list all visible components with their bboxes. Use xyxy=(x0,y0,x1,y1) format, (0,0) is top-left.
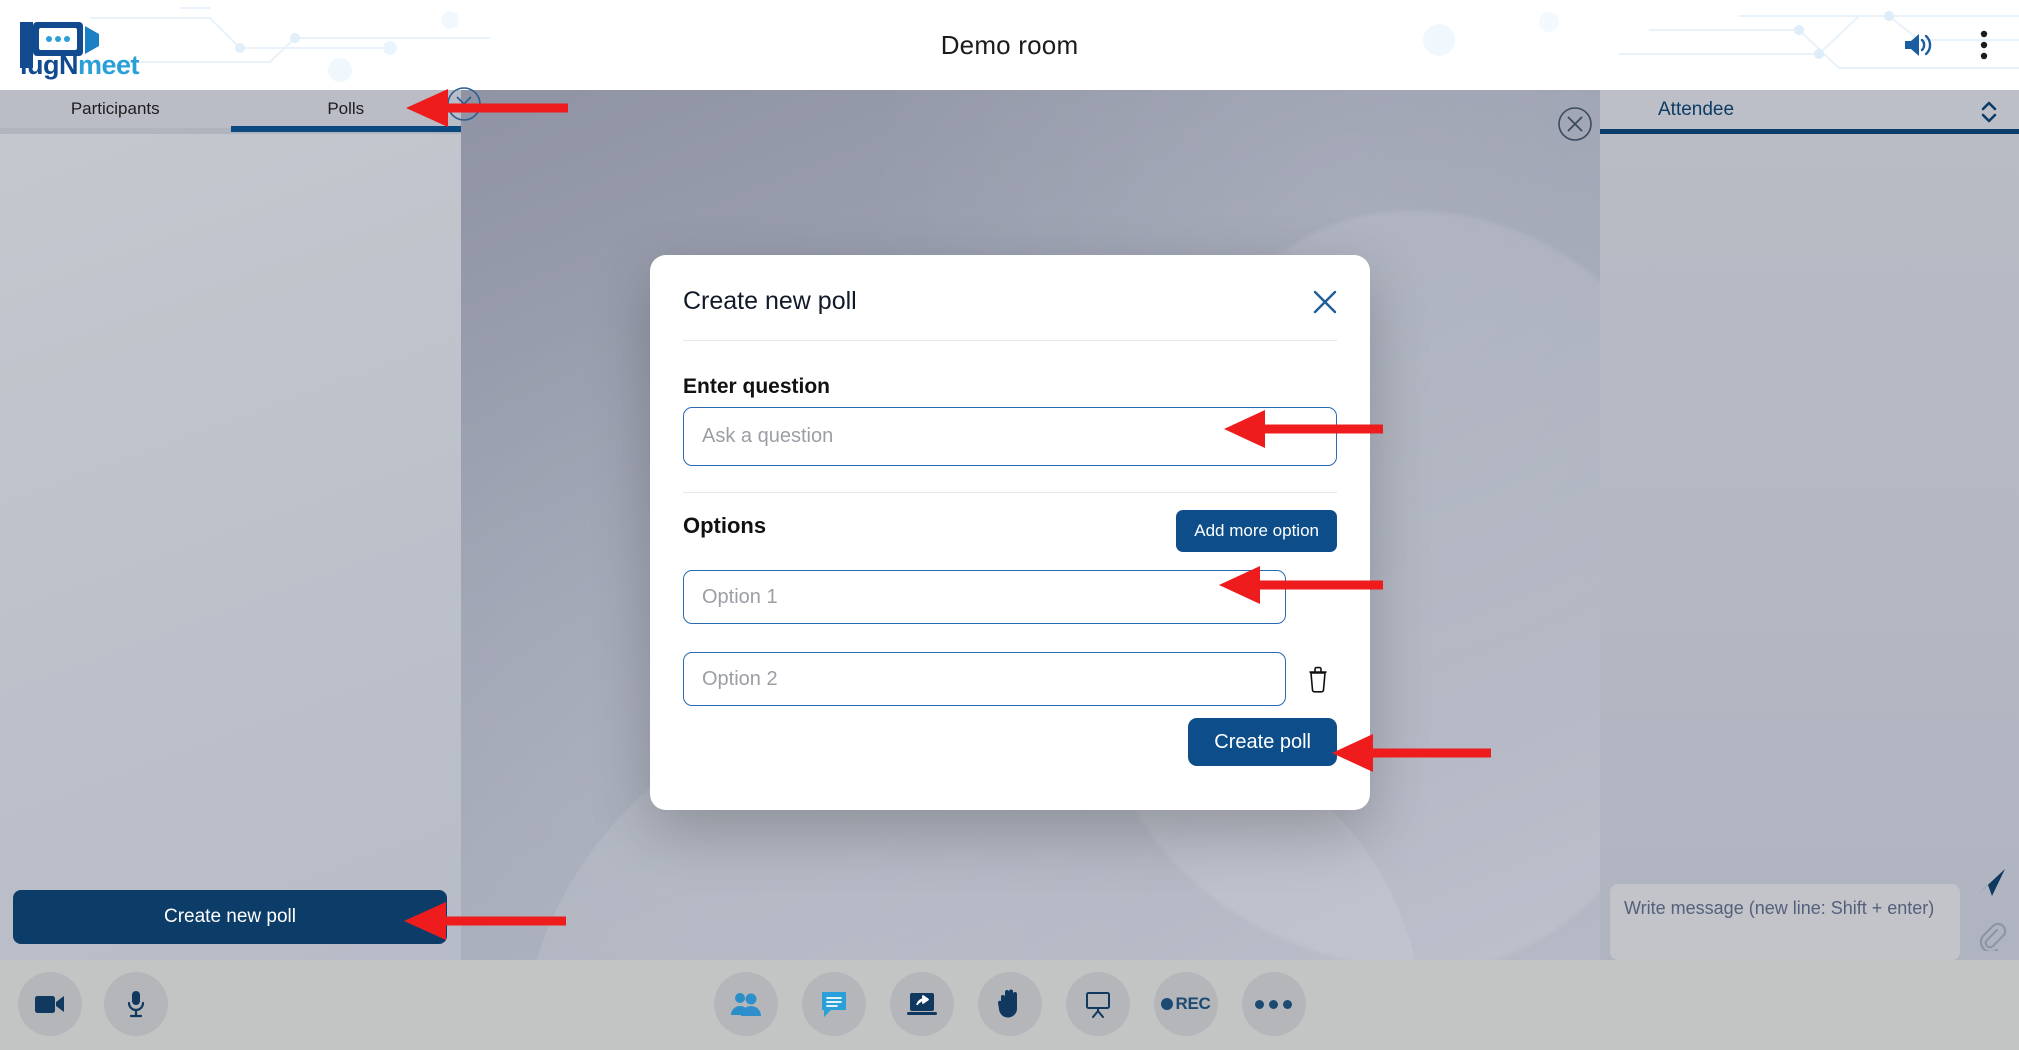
trash-icon-glyph xyxy=(1309,666,1327,693)
microphone-icon[interactable] xyxy=(104,972,168,1036)
bottom-toolbar: REC xyxy=(0,960,2019,1050)
right-panel: Attendee xyxy=(1600,90,2019,970)
raise-hand-icon-glyph xyxy=(997,989,1017,1018)
record-button[interactable]: REC xyxy=(1153,972,1218,1036)
plugnmeet-app: lugNmeet Demo room Participants Polls Cr… xyxy=(0,0,2019,1050)
sort-updown-icon-glyph xyxy=(1981,101,1997,123)
option-2-input[interactable] xyxy=(683,652,1286,706)
kebab-menu-icon-glyph xyxy=(1980,30,1988,60)
close-x-icon[interactable] xyxy=(1306,283,1344,321)
option-row-1 xyxy=(683,570,1337,624)
sort-updown-icon[interactable] xyxy=(1975,98,2003,126)
chat-bubble-icon[interactable] xyxy=(801,972,866,1036)
volume-up-icon-glyph xyxy=(1905,34,1932,56)
toolbar-left-group xyxy=(18,972,168,1036)
screen-share-icon[interactable] xyxy=(889,972,954,1036)
whiteboard-icon-glyph xyxy=(1085,992,1110,1018)
ellipsis-icon-glyph xyxy=(1255,999,1292,1009)
app-header: lugNmeet Demo room xyxy=(0,0,2019,90)
plugnmeet-logo[interactable]: lugNmeet xyxy=(16,8,146,82)
options-label: Options xyxy=(683,513,767,538)
sidebar-panel-body xyxy=(0,134,461,960)
create-poll-submit-button[interactable]: Create poll xyxy=(1188,718,1337,766)
create-new-poll-button[interactable]: Create new poll xyxy=(13,890,447,944)
sidebar-tab-participants-label: Participants xyxy=(70,99,160,118)
logo-text-meet: meet xyxy=(78,50,140,80)
right-panel-title: Attendee xyxy=(1658,98,1735,120)
close-x-icon-glyph xyxy=(1313,290,1337,314)
right-panel-close-icon[interactable] xyxy=(1553,102,1597,146)
record-label: REC xyxy=(1175,994,1211,1013)
screen-share-icon-glyph xyxy=(906,993,937,1015)
sidebar-close-icon[interactable] xyxy=(442,82,486,126)
trash-icon[interactable] xyxy=(1299,660,1337,698)
room-title: Demo room xyxy=(940,29,1079,60)
modal-title: Create new poll xyxy=(683,287,857,315)
toolbar-center-group: REC xyxy=(713,972,1306,1036)
whiteboard-icon[interactable] xyxy=(1065,972,1130,1036)
microphone-icon-glyph xyxy=(127,991,145,1018)
sidebar-tab-participants[interactable]: Participants xyxy=(0,90,231,128)
left-sidebar: Participants Polls Create new poll xyxy=(0,90,461,960)
close-circle-icon-glyph-2 xyxy=(1558,107,1592,141)
question-input[interactable] xyxy=(683,407,1337,466)
question-label: Enter question xyxy=(683,375,831,398)
logo-text-lug: lug xyxy=(20,50,60,80)
chat-bubble-icon-glyph xyxy=(821,992,846,1017)
ellipsis-icon[interactable] xyxy=(1241,972,1306,1036)
paperclip-icon[interactable] xyxy=(1971,916,2011,956)
option-row-2 xyxy=(683,652,1337,706)
chat-message-input[interactable] xyxy=(1610,884,1960,960)
send-icon[interactable] xyxy=(1971,862,2011,902)
sidebar-tab-polls[interactable]: Polls xyxy=(230,90,462,132)
sidebar-tab-polls-label: Polls xyxy=(327,99,365,118)
right-panel-header: Attendee xyxy=(1600,90,2019,134)
logo-text-n: N xyxy=(59,50,79,80)
video-camera-icon[interactable] xyxy=(18,972,82,1036)
raise-hand-icon[interactable] xyxy=(977,972,1042,1036)
paperclip-icon-glyph xyxy=(1979,922,2006,951)
record-icon xyxy=(1160,998,1173,1010)
add-more-option-button[interactable]: Add more option xyxy=(1176,510,1337,552)
participants-icon[interactable] xyxy=(713,972,778,1036)
kebab-menu-icon[interactable] xyxy=(1963,24,2005,66)
chat-actions xyxy=(1971,862,2011,956)
close-circle-icon-glyph xyxy=(447,87,481,121)
volume-up-icon[interactable] xyxy=(1897,24,1939,66)
participants-icon-glyph xyxy=(730,993,761,1016)
send-icon-glyph xyxy=(1977,869,2005,896)
modal-divider-top xyxy=(683,340,1337,341)
option-1-input[interactable] xyxy=(683,570,1286,624)
modal-divider-mid xyxy=(683,492,1337,493)
sidebar-tabs: Participants Polls xyxy=(0,90,462,132)
create-poll-modal: Create new poll Enter question Options A… xyxy=(650,255,1370,810)
video-camera-icon-glyph xyxy=(35,996,64,1013)
header-actions xyxy=(1897,0,2005,90)
